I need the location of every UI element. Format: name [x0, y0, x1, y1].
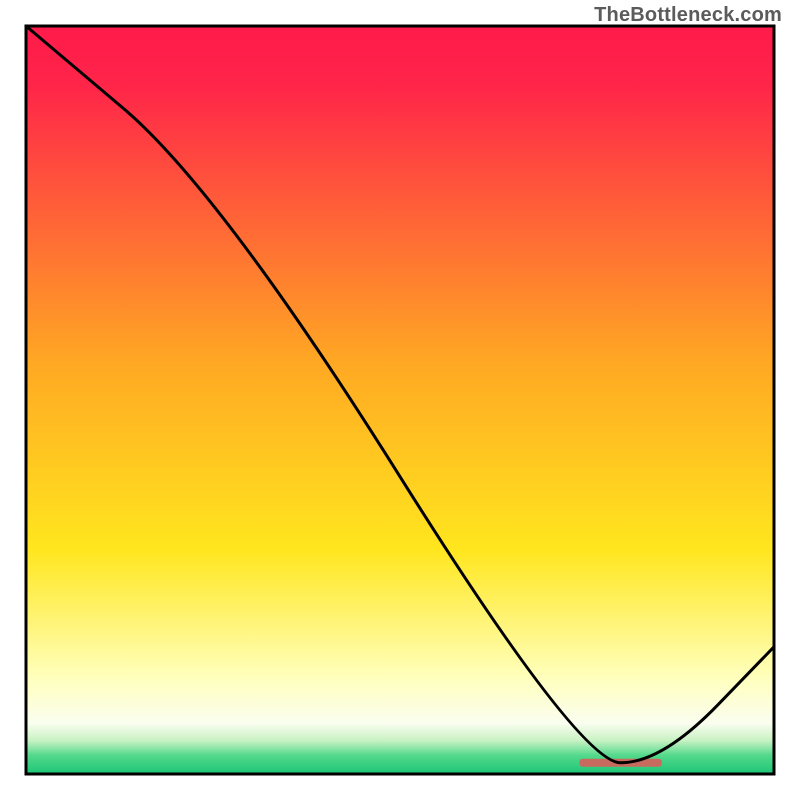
chart-container: TheBottleneck.com	[0, 0, 800, 800]
plot-background	[26, 26, 774, 774]
bottleneck-chart	[0, 0, 800, 800]
watermark-text: TheBottleneck.com	[594, 4, 782, 27]
